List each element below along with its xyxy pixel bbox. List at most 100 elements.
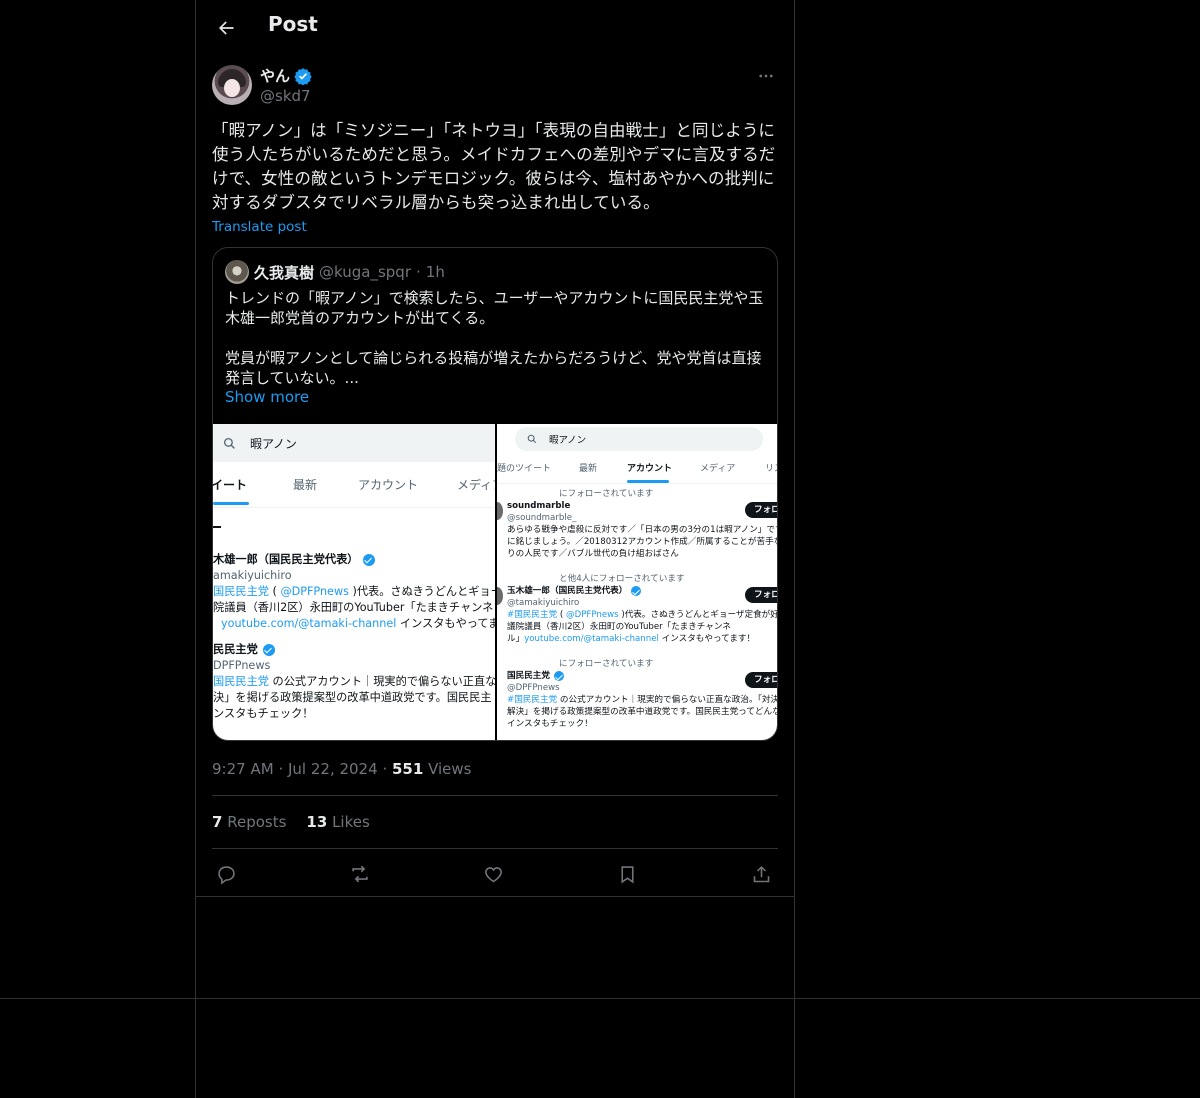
back-button[interactable] <box>212 14 240 42</box>
repost-icon <box>352 865 368 883</box>
search-bar: 暇アノン <box>213 424 495 462</box>
mention-link: @DPFPnews <box>566 610 619 620</box>
list-item: 民民主党 DPFPnews 国民民主党 の公式アカウント｜現実的で偏らない正直な… <box>213 642 495 722</box>
bio-text: 決」を掲げる政策提案型の改革中道政党です。国民民主 <box>213 691 492 704</box>
account-name: soundmarble <box>507 501 571 511</box>
hashtag-link: #国民民主党 <box>507 695 558 705</box>
bio-text: 解決」を掲げる政策提案型の改革中道政党です。国民民主党ってどんな党 <box>507 707 778 717</box>
list-item: 木雄一郎（国民民主党代表） amakiyuichiro 国民民主党 ( @DPF… <box>213 552 495 632</box>
bio-text: インスタもやってます！ <box>658 634 756 644</box>
like-icon <box>484 866 502 882</box>
tab-topic-tweets: 題のツイート <box>497 464 552 474</box>
tab-latest: 最新 <box>293 478 318 492</box>
bio-text: あらゆる戦争や虐殺に反対です／「日本の男の3分の1は暇アノン」です <box>507 525 778 535</box>
likes-stat[interactable]: 13 Likes <box>306 813 369 831</box>
account-name: 木雄一郎（国民民主党代表） <box>213 553 359 566</box>
post-date[interactable]: Jul 22, 2024 <box>288 760 378 778</box>
search-icon <box>527 434 537 444</box>
tab-accounts: アカウント <box>358 478 419 492</box>
tab-media: メディア <box>457 478 495 492</box>
share-button[interactable] <box>747 860 775 888</box>
verified-badge-icon <box>262 644 275 656</box>
search-query: 暇アノン <box>250 436 297 451</box>
verified-badge-icon <box>294 67 312 85</box>
search-icon <box>223 437 235 449</box>
active-tab-underline <box>627 480 669 483</box>
bio-text: インスタもチェック！ <box>507 719 593 729</box>
follow-button: フォロ <box>745 587 777 603</box>
account-name: 民民主党 <box>213 643 258 656</box>
tab-tweets: ツイート <box>213 478 248 492</box>
back-arrow-icon <box>219 21 234 35</box>
divider <box>212 795 778 796</box>
bio-text: 院議員（香川2区）永田町のYouTuber「たまきチャンネ <box>213 601 494 614</box>
post-author: やん @skd7 <box>212 64 778 108</box>
engagement-stats: 7 Reposts 13 Likes <box>212 813 370 831</box>
account-handle: DPFPnews <box>213 659 271 672</box>
mention-link: @DPFPnews <box>280 585 349 598</box>
bio-text: )代表。さぬきうどんとギョーザ定食が好き <box>618 610 778 620</box>
bookmark-icon <box>620 865 634 883</box>
views-count: 551 <box>391 760 424 778</box>
url-link: youtube.com/@tamaki-channel <box>221 617 397 630</box>
account-list: 木雄一郎（国民民主党代表） amakiyuichiro 国民民主党 ( @DPF… <box>213 552 495 732</box>
bio-text: )代表。さぬきうどんとギョー <box>348 585 495 598</box>
search-bar: 暇アノン <box>515 427 763 451</box>
bio-text: の公式アカウント｜現実的で偏らない正直な政治。「対決よ <box>557 695 778 705</box>
repost-button[interactable] <box>346 860 374 888</box>
author-handle[interactable]: @skd7 <box>260 87 311 105</box>
account-name: 国民民主党 <box>507 671 550 681</box>
url-link: youtube.com/@tamaki-channel <box>524 634 659 644</box>
bio-text: ( <box>557 610 566 620</box>
hashtag-link: #国民民主党 <box>507 610 558 620</box>
quoted-avatar <box>225 260 249 284</box>
reposts-count: 7 <box>212 813 223 831</box>
active-tab-underline <box>213 502 249 505</box>
follow-context: にフォローされています <box>559 489 654 499</box>
tab-media: メディア <box>700 464 736 474</box>
quoted-image-left[interactable]: 暇アノン ツイート 最新 アカウント メディア 木雄一郎（国民民主党代表） am… <box>213 424 495 740</box>
show-more-link[interactable]: Show more <box>225 388 309 406</box>
quoted-post[interactable]: 久我真樹 @kuga_spqr · 1h トレンドの「暇アノン」で検索したら、ユ… <box>212 247 778 741</box>
separator-dot: · <box>416 263 421 281</box>
quoted-post-text: トレンドの「暇アノン」で検索したら、ユーザーやアカウントに国民民主党や玉木雄一郎… <box>225 289 764 387</box>
hashtag-link: 国民民主党 <box>213 675 269 688</box>
list-item: と他4人にフォローされています フォロ 玉木雄一郎（国民民主党代表） @tama… <box>497 573 778 645</box>
quoted-post-time: 1h <box>425 263 445 281</box>
list-item: にフォローされています フォロ 国民民主党 @DPFPnews #国民民主党 の… <box>497 658 778 730</box>
hashtag-link: 国民民主党 <box>213 585 269 598</box>
account-handle: @soundmarble_ <box>507 513 577 523</box>
more-button[interactable] <box>754 64 778 88</box>
divider <box>0 998 1200 999</box>
author-name[interactable]: やん <box>260 65 290 86</box>
avatar[interactable] <box>212 65 252 105</box>
main-column: Post やん @skd7 「暇アノン」は「ミソジニー」「ネトウヨ」「表現の自由… <box>195 0 795 1098</box>
reply-button[interactable] <box>212 860 240 888</box>
list-item: にフォローされています フォロ soundmarble @soundmarble… <box>497 488 778 560</box>
bio-text: インスタもやってま <box>396 617 495 630</box>
bio-text: ( <box>268 585 281 598</box>
quoted-image-right[interactable]: 暇アノン 題のツイート 最新 アカウント メディア リス にフォローされています… <box>497 424 778 740</box>
quoted-author-name: 久我真樹 <box>254 263 315 282</box>
post-time[interactable]: 9:27 AM <box>212 760 274 778</box>
account-handle: amakiyuichiro <box>213 569 292 582</box>
quoted-post-header: 久我真樹 @kuga_spqr · 1h <box>225 260 445 284</box>
post-header: Post <box>196 0 794 56</box>
action-bar <box>212 860 778 888</box>
translate-link[interactable]: Translate post <box>212 219 307 235</box>
bookmark-button[interactable] <box>613 860 641 888</box>
search-tabs: ツイート 最新 アカウント メディア <box>213 470 495 508</box>
divider <box>196 896 794 897</box>
bio-text: 議院議員（香川2区）永田町のYouTuber「たまきチャンネ <box>507 622 731 632</box>
verified-badge-icon <box>363 554 376 566</box>
more-icon <box>759 74 773 78</box>
reposts-stat[interactable]: 7 Reposts <box>212 813 286 831</box>
views-label: Views <box>428 760 472 778</box>
like-button[interactable] <box>479 860 507 888</box>
bio-text: に銘じましょう。／20180312アカウント作成／所属することが苦手な <box>507 537 778 547</box>
bio-text: ル」 <box>507 634 525 644</box>
tab-lists: リス <box>765 464 777 474</box>
divider <box>213 526 221 528</box>
tab-accounts: アカウント <box>627 464 673 474</box>
author-name-row[interactable]: やん <box>260 65 312 86</box>
